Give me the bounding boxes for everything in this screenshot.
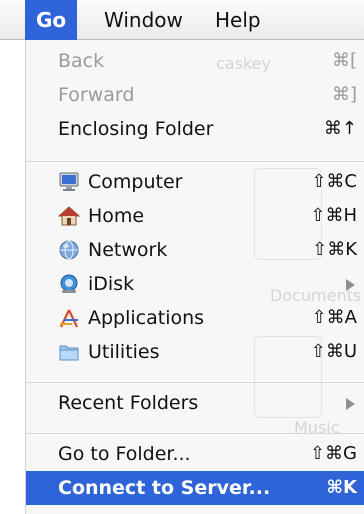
menu-item-label: Network (88, 239, 168, 261)
computer-icon (58, 171, 80, 193)
menu-item-label: Back (58, 50, 105, 72)
background-music-label: Music (294, 418, 340, 437)
menu-item-utilities[interactable]: Utilities ⇧⌘U (26, 335, 364, 369)
submenu-arrow-icon (346, 279, 355, 291)
home-icon (57, 205, 81, 227)
menu-item-label: Computer (88, 171, 183, 193)
menu-item-shortcut: ⇧⌘K (312, 239, 357, 260)
menu-item-back: Back ⌘[ (26, 44, 364, 78)
network-icon (58, 239, 80, 261)
menubar-help[interactable]: Help (204, 0, 272, 40)
menu-separator (26, 161, 364, 162)
menu-item-forward: Forward ⌘] (26, 78, 364, 112)
menu-item-enclosing-folder[interactable]: Enclosing Folder ⌘↑ (26, 112, 364, 146)
menu-item-label: Connect to Server... (58, 477, 271, 499)
menu-item-shortcut: ⌘↑ (323, 118, 357, 139)
menu-item-label: Recent Folders (58, 392, 199, 414)
menu-item-network[interactable]: Network ⇧⌘K (26, 233, 364, 267)
menu-item-shortcut: ⇧⌘A (311, 307, 357, 328)
menu-item-label: Utilities (88, 341, 160, 363)
menubar-go[interactable]: Go (25, 0, 78, 40)
menu-item-label: Go to Folder... (58, 443, 191, 465)
menu-item-label: Forward (58, 84, 135, 106)
menu-item-shortcut: ⌘] (331, 84, 357, 105)
menu-bar: Go Window Help (0, 0, 364, 40)
menu-item-label: iDisk (88, 273, 135, 295)
menu-item-shortcut: ⇧⌘H (310, 205, 357, 226)
menu-item-idisk[interactable]: iDisk (26, 267, 364, 301)
menu-item-label: Home (88, 205, 145, 227)
menu-item-connect-to-server[interactable]: Connect to Server... ⌘K (26, 471, 364, 505)
go-menu: caskey Documents Music Back ⌘[ Forward ⌘… (25, 40, 364, 514)
submenu-arrow-icon (346, 398, 355, 410)
menu-item-label: Applications (88, 307, 205, 329)
menu-item-applications[interactable]: Applications ⇧⌘A (26, 301, 364, 335)
menu-item-shortcut: ⌘K (326, 477, 357, 498)
menu-item-home[interactable]: Home ⇧⌘H (26, 199, 364, 233)
menu-separator (26, 382, 364, 383)
menu-item-recent-folders[interactable]: Recent Folders (26, 386, 364, 420)
idisk-icon (58, 273, 80, 295)
menu-separator (26, 433, 364, 434)
applications-icon (58, 307, 80, 329)
menu-item-go-to-folder[interactable]: Go to Folder... ⇧⌘G (26, 437, 364, 471)
utilities-folder-icon (58, 341, 80, 363)
menu-item-shortcut: ⇧⌘U (310, 341, 357, 362)
menu-item-shortcut: ⇧⌘C (311, 171, 357, 192)
menu-item-label: Enclosing Folder (58, 118, 214, 140)
menu-item-shortcut: ⇧⌘G (309, 443, 357, 464)
menu-item-computer[interactable]: Computer ⇧⌘C (26, 165, 364, 199)
menubar-window[interactable]: Window (93, 0, 194, 40)
menu-item-shortcut: ⌘[ (331, 50, 357, 71)
